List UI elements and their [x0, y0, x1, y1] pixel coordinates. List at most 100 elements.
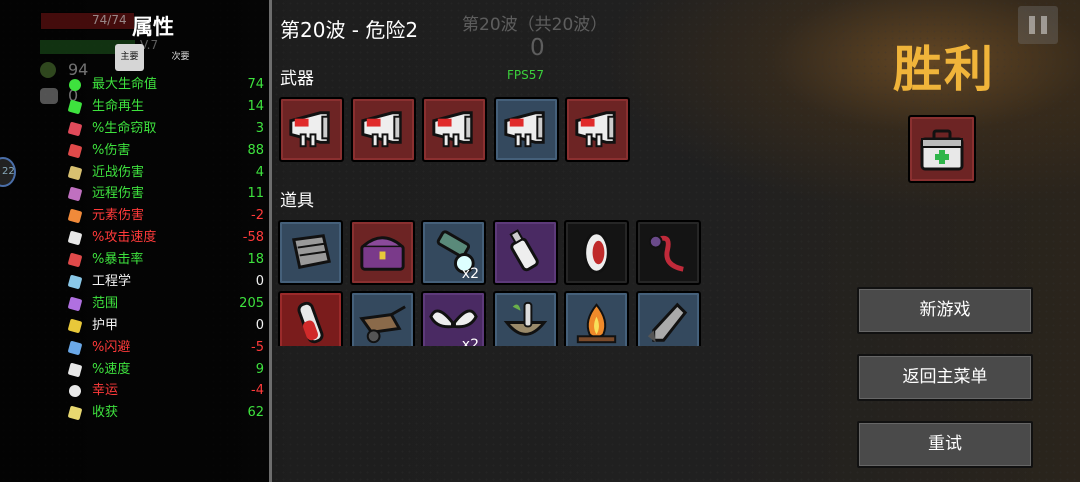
stat-value: -58: [242, 230, 264, 246]
stat-name: 远程伤害: [92, 186, 145, 202]
item-slot[interactable]: [635, 291, 701, 346]
tab-secondary-stats[interactable]: 次要: [166, 44, 195, 71]
tab-primary-stats[interactable]: 主要: [115, 44, 144, 71]
flame-icon: [67, 208, 83, 224]
bow-icon: [67, 187, 83, 202]
weapon-slot[interactable]: [279, 97, 344, 162]
stat-row[interactable]: %生命窃取 3: [66, 118, 266, 140]
victory-title: 胜利: [893, 41, 996, 98]
fist-icon: [67, 143, 83, 159]
item-slot[interactable]: [278, 291, 343, 346]
boot-icon: [67, 362, 83, 377]
pause-icon: [1029, 16, 1035, 34]
item-slot[interactable]: x2: [421, 291, 486, 346]
megaphone-icon: [432, 111, 473, 148]
fps-counter: FPS57: [507, 68, 545, 82]
dodge-icon: [67, 340, 83, 356]
stat-value: -4: [251, 383, 264, 399]
stat-name: 元素伤害: [92, 208, 145, 224]
stat-row[interactable]: %伤害 88: [66, 140, 266, 162]
stat-list: 最大生命值 74 生命再生 14 %生命窃取 3 %伤害 88 近战伤害 4 远程伤害 11 元素伤害 -…: [66, 74, 266, 424]
wave-ghost-count: 0: [530, 35, 545, 61]
potion-tube-icon: [297, 301, 324, 344]
stat-value: 74: [247, 77, 264, 92]
stat-name: 收获: [92, 405, 119, 421]
retry-button[interactable]: 重试: [857, 421, 1033, 468]
stat-row[interactable]: %速度 9: [66, 359, 266, 381]
shield-icon: [67, 318, 83, 334]
treasure-chest-icon: [359, 236, 405, 271]
material-icon: [40, 62, 56, 78]
item-slot[interactable]: [278, 220, 343, 285]
medkit-icon: [920, 129, 964, 171]
item-count: x2: [461, 337, 479, 346]
item-slot[interactable]: [635, 220, 701, 285]
stat-name: %速度: [92, 361, 131, 377]
items-grid: x2 x2: [278, 218, 708, 346]
stat-row[interactable]: 工程学 0: [66, 271, 266, 293]
wave-ghost-title: 第20波（共20波）: [462, 15, 608, 35]
new-game-button[interactable]: 新游戏: [857, 287, 1033, 334]
wheelbarrow-icon: [358, 305, 406, 344]
item-slot[interactable]: [492, 291, 558, 346]
stat-name: %闪避: [92, 339, 131, 355]
stat-name: %攻击速度: [92, 230, 157, 246]
wrench-icon: [67, 274, 83, 290]
hud-health-text: 74/74: [92, 13, 127, 27]
stat-name: 生命再生: [92, 98, 145, 114]
harvest-icon: [67, 406, 83, 421]
mortar-icon: [503, 301, 547, 336]
stat-value: 88: [247, 142, 264, 158]
stat-name: 范围: [92, 295, 119, 311]
weapon-slot[interactable]: [493, 97, 559, 162]
rocket-icon: [647, 302, 687, 343]
wave-title: 第20波 - 危险2: [280, 18, 419, 42]
fangs-icon: [67, 121, 83, 137]
stat-row[interactable]: %暴击率 18: [66, 249, 266, 271]
stat-value: -5: [251, 339, 264, 355]
stat-value: 0: [255, 317, 264, 333]
stat-row[interactable]: 幸运 -4: [66, 380, 266, 402]
item-slot[interactable]: x2: [421, 220, 486, 285]
heart-plus-icon: [67, 99, 83, 115]
stat-row[interactable]: 生命再生 14: [66, 96, 266, 118]
stat-value: 14: [247, 98, 264, 114]
stats-panel: 74/74 V.7 94 0 属性 主要 次要 最大生命值 74 生命再生 14 %生命…: [0, 0, 272, 482]
item-slot[interactable]: [564, 220, 629, 285]
item-slot[interactable]: [564, 291, 629, 346]
pause-button[interactable]: [1018, 6, 1058, 44]
stat-row[interactable]: 远程伤害 11: [66, 183, 266, 205]
stat-row[interactable]: 近战伤害 4: [66, 162, 266, 184]
stat-value: 0: [255, 274, 264, 290]
stat-name: 最大生命值: [92, 77, 158, 92]
stat-value: 9: [255, 361, 264, 377]
crit-icon: [67, 252, 83, 268]
ring-mouth-icon: [583, 231, 610, 274]
item-count: x2: [461, 266, 479, 282]
stat-name: %伤害: [92, 142, 131, 158]
sword-icon: [67, 165, 83, 180]
stat-row[interactable]: 收获 62: [66, 402, 266, 424]
stat-row[interactable]: %攻击速度 -58: [66, 227, 266, 249]
stat-value: 205: [239, 295, 264, 311]
reward-slot[interactable]: [908, 115, 976, 183]
stat-value: 18: [247, 252, 264, 268]
items-label: 道具: [280, 191, 314, 211]
item-slot[interactable]: [349, 220, 415, 285]
stat-name: %生命窃取: [92, 120, 157, 136]
stat-row[interactable]: 最大生命值 74: [66, 74, 266, 96]
weapon-slot[interactable]: [422, 97, 487, 162]
weapon-slot[interactable]: [350, 97, 416, 162]
weapon-slot[interactable]: [565, 97, 630, 162]
tentacle-icon: [648, 234, 684, 272]
stat-row[interactable]: 范围 205: [66, 293, 266, 315]
stat-row[interactable]: 护甲 0: [66, 315, 266, 337]
stat-row[interactable]: %闪避 -5: [66, 337, 266, 359]
item-slot[interactable]: [492, 220, 558, 285]
campfire-icon: [576, 303, 617, 344]
stat-row[interactable]: 元素伤害 -2: [66, 205, 266, 227]
megaphone-icon: [575, 111, 616, 148]
item-slot[interactable]: [349, 291, 415, 346]
main-menu-button[interactable]: 返回主菜单: [857, 354, 1033, 401]
megaphone-icon: [360, 111, 402, 148]
